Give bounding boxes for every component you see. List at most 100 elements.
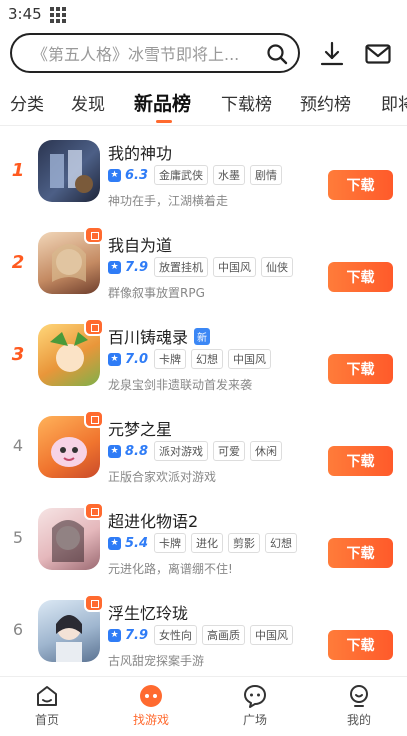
game-description: 龙泉宝剑非遗联动首发来袭 — [108, 378, 253, 392]
nav-profile-label: 我的 — [346, 713, 371, 727]
download-button[interactable]: 下载 — [328, 630, 393, 660]
nav-find-games-label: 找游戏 — [132, 713, 169, 727]
star-icon: ★ — [108, 444, 121, 458]
search-icon[interactable] — [266, 43, 288, 65]
star-icon: ★ — [108, 168, 121, 182]
star-icon: ★ — [108, 352, 121, 366]
app-grid-icon — [49, 7, 66, 23]
tab-download-ranking[interactable]: 下载榜 — [221, 90, 272, 115]
list-item[interactable]: 4 元梦之星 ★ 8.8 派对游戏 可爱 休闲 正版合家欢派对游戏 下载 — [0, 402, 407, 494]
game-score: 8.8 — [125, 443, 149, 459]
game-tag[interactable]: 休闲 — [250, 441, 283, 461]
rank-number: 6 — [12, 620, 24, 639]
gift-icon — [84, 410, 104, 428]
rank-number: 5 — [12, 528, 24, 547]
nav-square-label: 广场 — [242, 713, 267, 727]
game-tag[interactable]: 高画质 — [202, 625, 246, 645]
new-badge: 新 — [194, 328, 211, 345]
download-button[interactable]: 下载 — [328, 538, 393, 568]
game-tag[interactable]: 幻想 — [265, 533, 298, 553]
home-icon — [37, 686, 57, 706]
game-name[interactable]: 浮生忆玲珑 — [108, 600, 188, 624]
mail-icon[interactable] — [364, 40, 392, 68]
game-tag[interactable]: 剪影 — [228, 533, 261, 553]
game-tag[interactable]: 派对游戏 — [154, 441, 209, 461]
game-tag[interactable]: 剧情 — [250, 165, 283, 185]
download-button[interactable]: 下载 — [328, 354, 393, 384]
game-name[interactable]: 我的神功 — [108, 140, 172, 164]
star-icon: ★ — [108, 260, 121, 274]
game-description: 古风甜宠探案手游 — [108, 654, 205, 668]
category-tabs: 分类 发现 新品榜 下载榜 预约榜 即将 — [0, 82, 407, 126]
game-tag[interactable]: 水墨 — [213, 165, 246, 185]
rank-number: 3 — [11, 344, 25, 365]
tab-category[interactable]: 分类 — [10, 90, 44, 115]
gift-icon — [84, 502, 104, 520]
game-description: 神功在手，江湖横着走 — [108, 194, 229, 208]
game-tag[interactable]: 仙侠 — [261, 257, 294, 277]
game-description: 群像叙事放置RPG — [108, 286, 205, 300]
download-button[interactable]: 下载 — [328, 262, 393, 292]
download-button[interactable]: 下载 — [328, 446, 393, 476]
header: 《第五人格》冰雪节即将上... — [0, 30, 407, 78]
search-placeholder: 《第五人格》冰雪节即将上... — [32, 45, 240, 64]
game-name[interactable]: 元梦之星 — [108, 416, 172, 440]
game-meta: ★ 7.0 卡牌 幻想 中国风 — [108, 349, 276, 369]
status-bar: 3:45 — [0, 0, 407, 28]
chat-bubble-icon — [244, 685, 266, 708]
game-meta: ★ 8.8 派对游戏 可爱 休闲 — [108, 441, 287, 461]
bottom-nav: 首页 找游戏 广场 我的 — [0, 676, 407, 736]
gift-icon — [84, 226, 104, 244]
nav-find-games[interactable]: 找游戏 — [111, 683, 191, 728]
profile-icon — [350, 685, 368, 707]
gift-icon — [84, 594, 104, 612]
nav-square[interactable]: 广场 — [215, 683, 295, 728]
game-tag[interactable]: 卡牌 — [154, 349, 187, 369]
game-name[interactable]: 我自为道 — [108, 232, 172, 256]
tab-upcoming[interactable]: 即将 — [381, 90, 407, 115]
game-description: 元进化路，离谱绷不住! — [108, 562, 233, 576]
game-tag[interactable]: 中国风 — [228, 349, 272, 369]
game-description: 正版合家欢派对游戏 — [108, 470, 217, 484]
game-meta: ★ 5.4 卡牌 进化 剪影 幻想 — [108, 533, 302, 553]
star-icon: ★ — [108, 628, 121, 642]
game-tag[interactable]: 中国风 — [213, 257, 257, 277]
rank-number: 4 — [12, 436, 24, 455]
list-item[interactable]: 6 浮生忆玲珑 ★ 7.9 女性向 高画质 中国风 古风甜宠探案手游 下载 — [0, 586, 407, 678]
game-tag[interactable]: 幻想 — [191, 349, 224, 369]
rank-number: 2 — [11, 252, 25, 273]
star-icon: ★ — [108, 536, 121, 550]
game-tag[interactable]: 卡牌 — [154, 533, 187, 553]
game-meta: ★ 7.9 女性向 高画质 中国风 — [108, 625, 298, 645]
game-tag[interactable]: 可爱 — [213, 441, 246, 461]
game-tag[interactable]: 进化 — [191, 533, 224, 553]
game-tag[interactable]: 中国风 — [250, 625, 294, 645]
game-tag[interactable]: 女性向 — [154, 625, 198, 645]
nav-home[interactable]: 首页 — [7, 683, 87, 728]
status-time: 3:45 — [8, 5, 42, 23]
game-tag[interactable]: 放置挂机 — [154, 257, 209, 277]
game-score: 7.0 — [125, 351, 149, 367]
search-input[interactable]: 《第五人格》冰雪节即将上... — [10, 33, 300, 73]
tab-discover[interactable]: 发现 — [71, 90, 105, 115]
game-name-text: 百川铸魂录 — [108, 328, 189, 347]
game-meta: ★ 7.9 放置挂机 中国风 仙侠 — [108, 257, 298, 277]
game-score: 6.3 — [125, 167, 149, 183]
game-icon[interactable] — [38, 140, 100, 202]
gift-icon — [84, 318, 104, 336]
game-name[interactable]: 百川铸魂录新 — [108, 324, 211, 348]
game-name[interactable]: 超进化物语2 — [108, 508, 198, 532]
rank-number: 1 — [11, 160, 25, 181]
list-item[interactable]: 2 我自为道 ★ 7.9 放置挂机 中国风 仙侠 群像叙事放置RPG 下载 — [0, 218, 407, 310]
download-icon[interactable] — [318, 40, 346, 68]
active-tab-indicator — [156, 120, 172, 123]
list-item[interactable]: 5 超进化物语2 ★ 5.4 卡牌 进化 剪影 幻想 元进化路，离谱绷不住! 下… — [0, 494, 407, 586]
game-tag[interactable]: 金庸武侠 — [154, 165, 209, 185]
tab-reservation-ranking[interactable]: 预约榜 — [300, 90, 351, 115]
list-item[interactable]: 3 百川铸魂录新 ★ 7.0 卡牌 幻想 中国风 龙泉宝剑非遗联动首发来袭 下载 — [0, 310, 407, 402]
list-item[interactable]: 1 我的神功 ★ 6.3 金庸武侠 水墨 剧情 神功在手，江湖横着走 下载 — [0, 126, 407, 218]
tab-new-ranking[interactable]: 新品榜 — [134, 89, 191, 116]
download-button[interactable]: 下载 — [328, 170, 393, 200]
nav-home-label: 首页 — [34, 713, 59, 727]
nav-profile[interactable]: 我的 — [319, 683, 399, 728]
